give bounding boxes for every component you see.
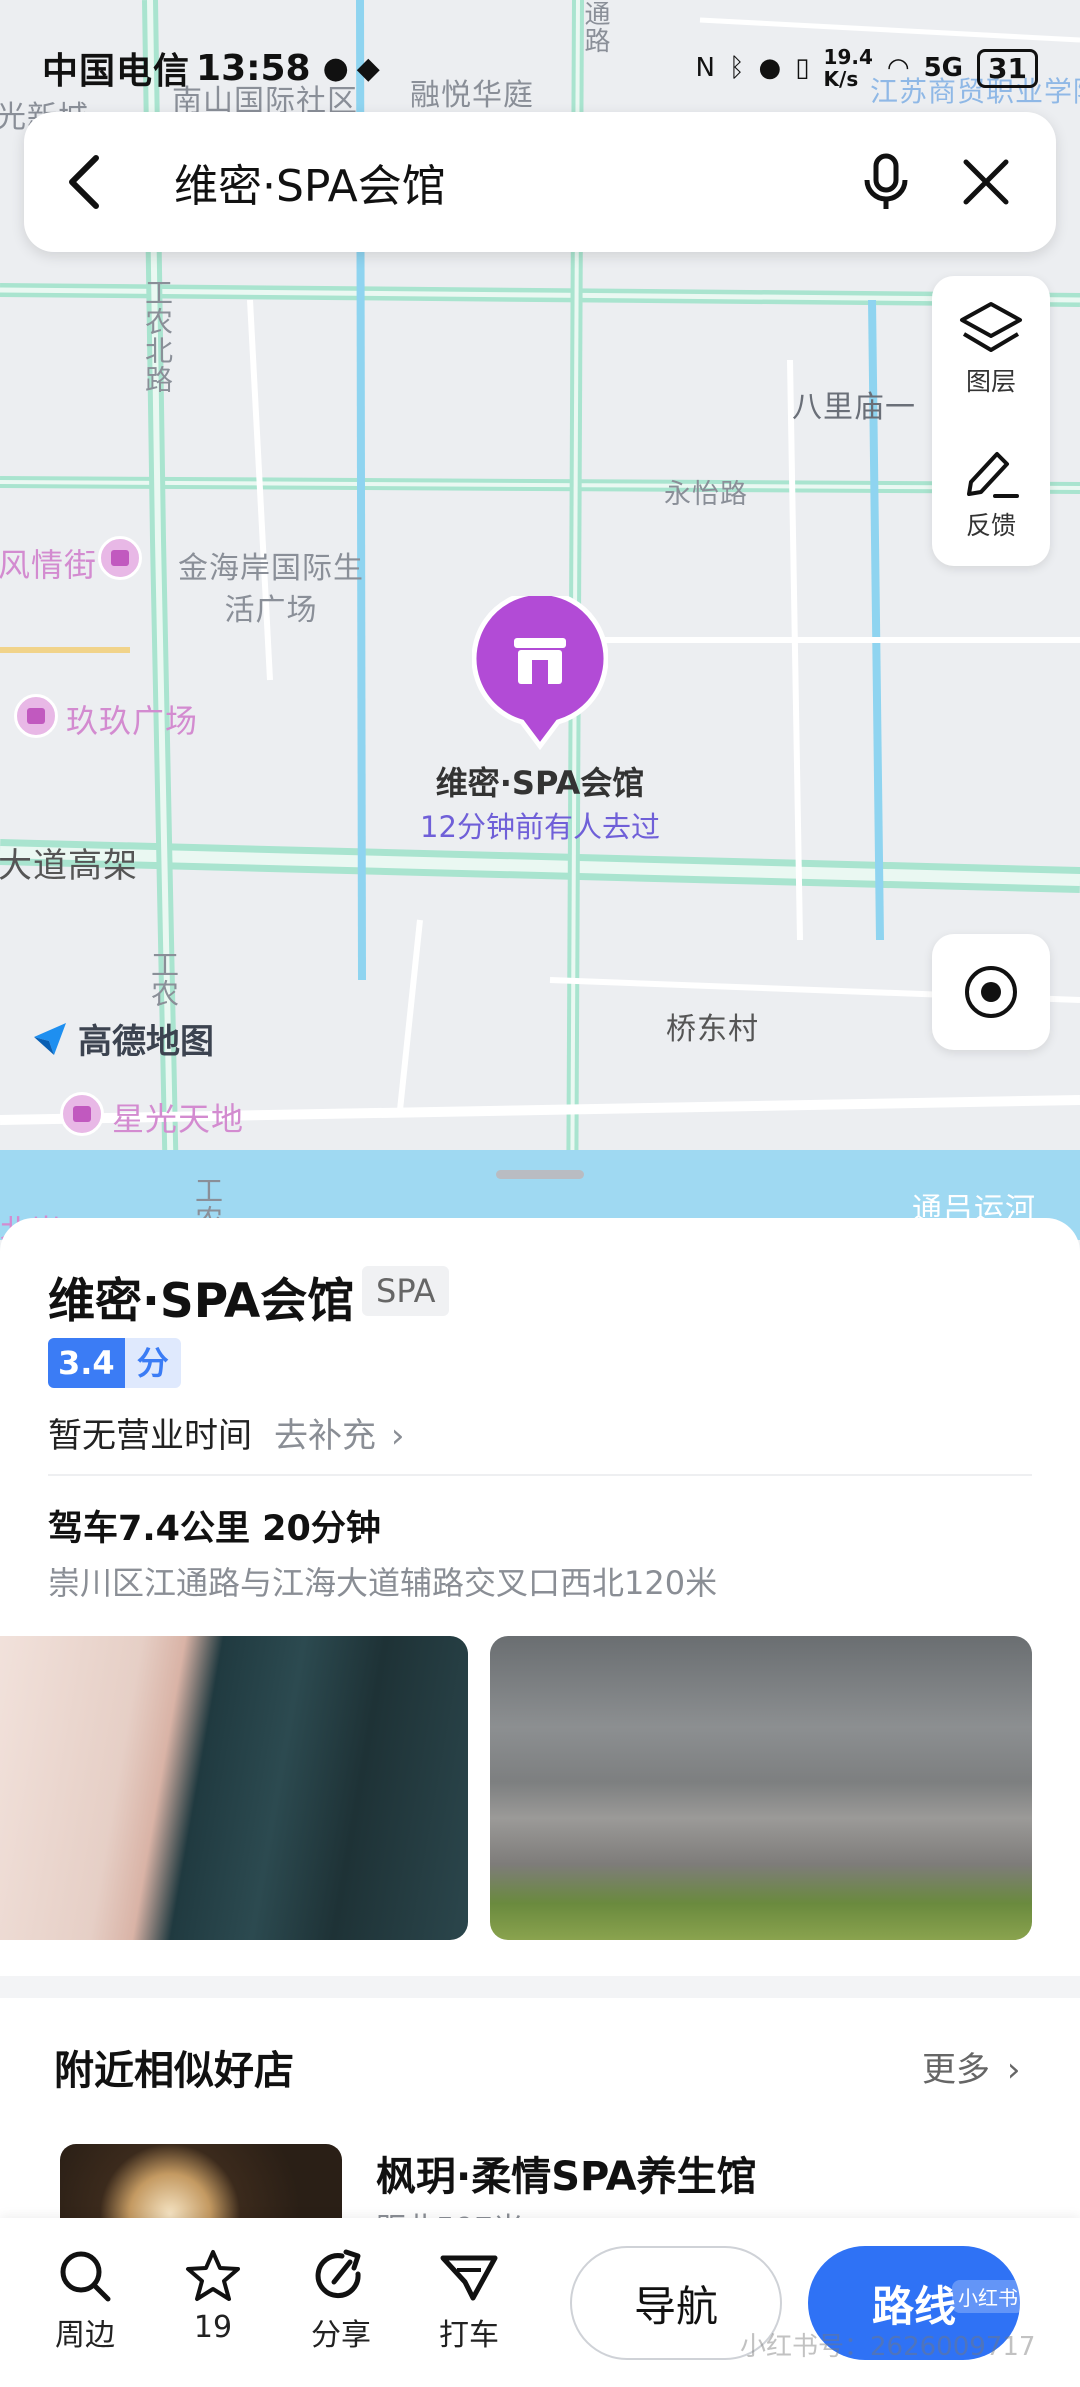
clear-search-button[interactable]	[936, 112, 1036, 252]
chevron-right-icon: ›	[1006, 2050, 1021, 2090]
taxi-icon	[440, 2255, 498, 2301]
wifi-icon: ◠	[886, 53, 910, 83]
map-label: 玖玖广场	[66, 702, 199, 740]
share-icon	[315, 2249, 361, 2299]
signal-icon: 5G	[923, 53, 964, 83]
favorite-button[interactable]: 19	[168, 2248, 258, 2345]
shopping-poi-icon[interactable]	[98, 536, 142, 580]
map-tools: 图层 反馈	[932, 276, 1050, 566]
rating-badge: 3.4 分	[48, 1338, 181, 1388]
net-speed-value: 19.4	[823, 45, 873, 69]
microphone-icon	[864, 153, 908, 209]
map-label: 八里庙一	[792, 390, 916, 425]
amap-logo: 高德地图	[30, 1014, 214, 1063]
feedback-label: 反馈	[965, 510, 1016, 540]
nearby-more-link[interactable]: 更多 ›	[922, 2042, 1020, 2091]
chat-icon: ●	[322, 50, 349, 86]
net-speed: 19.4 K/s	[824, 46, 873, 90]
battery-icon: 31	[977, 48, 1038, 88]
edit-icon	[967, 451, 1019, 498]
feedback-button[interactable]: 反馈	[932, 421, 1050, 566]
section-gap	[0, 1976, 1080, 1998]
category-tag: SPA	[362, 1266, 450, 1316]
map-label: 桥东村	[666, 1012, 759, 1047]
status-bar: 中国电信 13:58 ● ◆ N ᛒ ● ▯ 19.4 K/s ◠ 5G 31	[0, 40, 1080, 96]
shopping-poi-icon[interactable]	[60, 1092, 104, 1136]
back-icon	[69, 155, 99, 209]
layers-button[interactable]: 图层	[932, 276, 1050, 421]
more-label: 更多	[922, 2050, 990, 2090]
nfc-icon: N	[695, 53, 715, 83]
watermark-badge: 小红书	[952, 2280, 1024, 2313]
rating-score: 3.4	[48, 1338, 125, 1388]
place-name: 维密·SPA会馆	[48, 1274, 355, 1329]
clock: 13:58	[196, 47, 311, 89]
map-label: 永怡路	[664, 479, 748, 510]
address: 崇川区江通路与江海大道辅路交叉口西北120米	[48, 1564, 718, 1602]
shield-icon: ◆	[356, 50, 380, 86]
map-label: 星光天地	[112, 1100, 245, 1138]
rating-unit: 分	[124, 1338, 181, 1388]
place-photo[interactable]	[490, 1636, 1032, 1940]
voice-search-button[interactable]	[836, 112, 936, 252]
divider	[48, 1474, 1032, 1476]
search-query[interactable]: 维密·SPA会馆	[144, 150, 836, 214]
bluetooth-icon: ᛒ	[728, 53, 745, 83]
map-label: 风情街	[0, 546, 98, 584]
taxi-label: 打车	[439, 2318, 499, 2353]
back-button[interactable]	[24, 112, 144, 252]
share-label: 分享	[311, 2318, 371, 2353]
map-label: 金海岸国际生活广场	[178, 551, 364, 628]
share-button[interactable]: 分享	[296, 2248, 386, 2354]
sheet-drag-handle[interactable]	[496, 1170, 584, 1179]
close-icon	[963, 159, 1009, 205]
pin-label: 维密·SPA会馆	[435, 764, 645, 802]
watermark-id: 小红书号：2626009717	[740, 2332, 1036, 2362]
place-photo[interactable]	[0, 1636, 468, 1940]
place-pin-icon[interactable]	[472, 596, 608, 752]
nearby-button[interactable]: 周边	[40, 2248, 130, 2354]
add-hours-link[interactable]: 去补充 ›	[274, 1408, 404, 1457]
amap-logo-text: 高德地图	[78, 1022, 214, 1062]
layers-label: 图层	[965, 366, 1016, 396]
locate-me-button[interactable]	[932, 934, 1050, 1050]
nearby-shop-name[interactable]: 枫玥·柔情SPA养生馆	[376, 2144, 757, 2202]
location-icon: ●	[758, 53, 782, 83]
layers-icon	[960, 301, 1022, 352]
add-hours-label: 去补充	[274, 1416, 376, 1456]
favorites-count: 19	[193, 2310, 233, 2345]
star-icon	[186, 2250, 240, 2301]
shopping-poi-icon[interactable]	[14, 694, 58, 738]
vibrate-icon: ▯	[795, 53, 810, 83]
amap-logo-icon	[34, 1022, 66, 1055]
search-icon	[60, 2251, 111, 2302]
carrier-name: 中国电信	[42, 51, 191, 92]
chevron-right-icon: ›	[390, 1416, 405, 1456]
map-label: 大道高架	[0, 846, 138, 886]
map-label: 工农	[147, 950, 180, 1008]
map-label: 工农北路	[141, 278, 174, 394]
opening-hours: 暂无营业时间	[48, 1416, 252, 1456]
drive-info: 驾车7.4公里 20分钟	[48, 1509, 381, 1549]
nearby-title: 附近相似好店	[54, 2048, 294, 2094]
search-bar: 维密·SPA会馆	[24, 112, 1056, 252]
nearby-label: 周边	[55, 2318, 115, 2353]
pin-subtitle: 12分钟前有人去过	[420, 810, 660, 844]
taxi-button[interactable]: 打车	[424, 2248, 514, 2354]
net-speed-unit: K/s	[823, 67, 859, 91]
target-icon	[965, 966, 1017, 1018]
